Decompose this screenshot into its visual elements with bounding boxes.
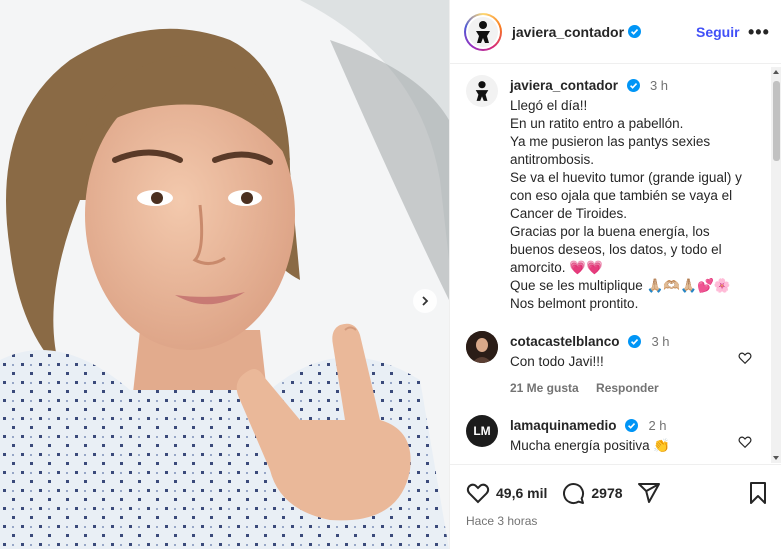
post-header: javiera_contador Seguir •••	[450, 0, 781, 64]
verified-badge-icon	[626, 79, 640, 92]
caption-item: javiera_contador 3 h Llegó el día!! En u…	[466, 75, 766, 325]
comment-avatar[interactable]: LM	[466, 415, 498, 447]
comment-icon[interactable]	[561, 481, 585, 505]
comment-time: 3 h	[651, 334, 670, 349]
caption-time: 3 h	[649, 78, 669, 93]
caption-text: Llegó el día!! En un ratito entro a pabe…	[510, 98, 742, 311]
reply-button[interactable]: Responder	[596, 381, 659, 395]
heart-icon[interactable]	[466, 481, 490, 505]
comment-time: 2 h	[648, 418, 667, 433]
more-options-button[interactable]: •••	[748, 22, 770, 43]
caption-avatar[interactable]	[466, 75, 498, 107]
scroll-down-arrow-icon[interactable]	[773, 456, 779, 460]
author-username[interactable]: javiera_contador	[512, 24, 624, 40]
comment-item: LM lamaquinamedio 2 h Mucha energía posi…	[466, 415, 766, 463]
comment-text: Con todo Javi!!!	[510, 354, 604, 369]
post-actions: 49,6 mil 2978 Hace 3 horas	[450, 464, 781, 549]
comments-scroll-area[interactable]: javiera_contador 3 h Llegó el día!! En u…	[450, 65, 781, 463]
post-photo	[0, 0, 449, 549]
share-icon[interactable]	[637, 481, 661, 505]
verified-badge-icon	[624, 419, 638, 432]
verified-badge-icon	[628, 25, 642, 38]
next-photo-button[interactable]	[413, 289, 437, 313]
scroll-up-arrow-icon[interactable]	[773, 70, 779, 74]
scrollbar-thumb[interactable]	[773, 81, 780, 161]
comment-item: cotacastelblanco 3 h Con todo Javi!!! 21…	[466, 331, 766, 401]
comment-text: Mucha energía positiva 👏	[510, 438, 671, 453]
comments-count[interactable]: 2978	[591, 485, 622, 501]
comment-avatar[interactable]	[466, 331, 498, 363]
comment-username[interactable]: cotacastelblanco	[510, 334, 620, 349]
comment-likes-count[interactable]: 21 Me gusta	[510, 381, 579, 395]
post-date[interactable]: Hace 3 horas	[466, 514, 537, 528]
avatar-figure-icon	[475, 81, 489, 101]
post-detail-panel: javiera_contador Seguir ••• javiera_cont…	[449, 0, 781, 549]
bookmark-icon[interactable]	[746, 481, 770, 505]
heart-icon[interactable]	[738, 351, 752, 365]
selfie-illustration	[0, 0, 449, 549]
avatar-initials: LM	[473, 424, 491, 438]
author-avatar[interactable]	[464, 12, 502, 51]
scrollbar[interactable]	[771, 67, 781, 463]
avatar-figure-icon	[476, 20, 490, 43]
user-photo-icon	[466, 331, 498, 363]
likes-count[interactable]: 49,6 mil	[496, 485, 547, 501]
chevron-right-icon	[422, 296, 429, 306]
verified-badge-icon	[628, 335, 641, 348]
comment-username[interactable]: lamaquinamedio	[510, 418, 617, 433]
heart-icon[interactable]	[738, 435, 752, 449]
caption-username[interactable]: javiera_contador	[510, 78, 618, 93]
follow-button[interactable]: Seguir	[696, 24, 740, 40]
